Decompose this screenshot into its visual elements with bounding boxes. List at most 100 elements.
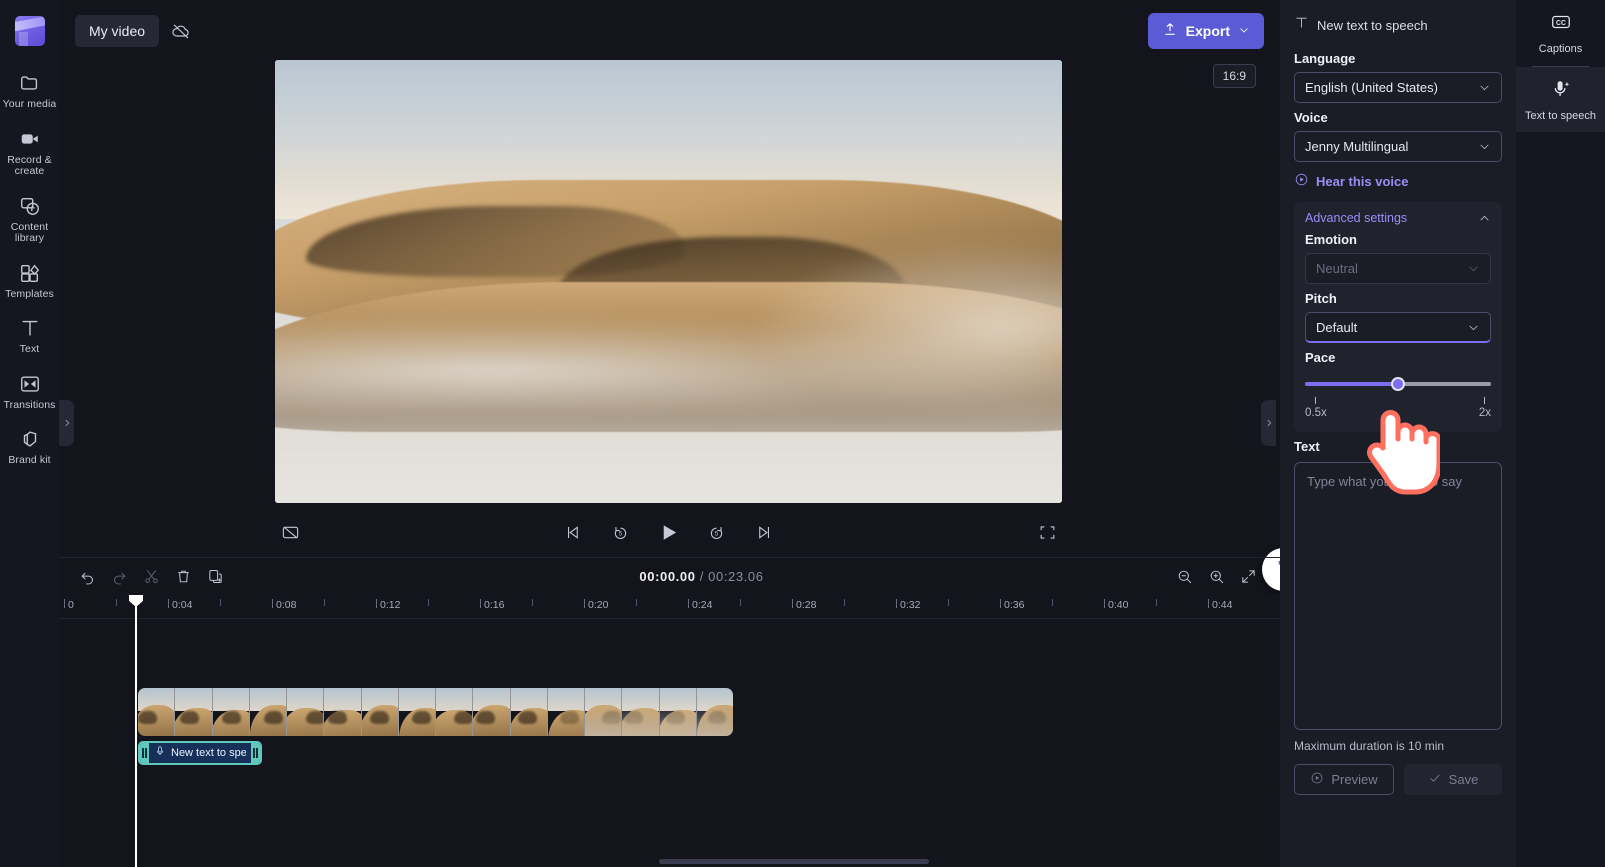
timeline-ruler[interactable]: 0 0:04 0:08 0:12 0:16 0:20 0:24 0:28 0:32 0:36 0:4… [59,595,1280,619]
aspect-ratio-badge[interactable]: 16:9 [1212,64,1256,88]
project-title-button[interactable]: My video [75,14,160,47]
timeline[interactable]: 0 0:04 0:08 0:12 0:16 0:20 0:24 0:28 0:32 0:36 0:4… [59,595,1280,867]
timeline-horizontal-scrollbar[interactable] [659,859,929,864]
ruler-tick-minor [324,599,325,606]
ruler-tick [792,599,793,608]
ruler-tick [1208,599,1209,608]
text-label: Text [1294,439,1320,454]
closed-captions-icon: CC [1550,11,1572,38]
duplicate-icon[interactable] [201,563,229,591]
video-clip[interactable] [138,688,733,736]
rail-item-captions[interactable]: CC Captions [1516,0,1605,66]
ruler-label: 0:12 [380,599,401,611]
sidebar-label: Your media [2,98,57,110]
play-icon[interactable] [654,517,684,547]
rewind-5-icon[interactable]: 5 [606,517,636,547]
hear-this-voice-button[interactable]: Hear this voice [1294,172,1502,190]
pace-max-mark: 2x [1479,397,1491,419]
scissors-icon[interactable] [137,563,165,591]
speech-text-input[interactable] [1294,462,1502,730]
skip-next-icon[interactable] [750,517,780,547]
text-to-speech-icon [154,744,166,762]
folder-icon [18,71,42,95]
preview-stage: 16:9 5 5 [59,60,1312,619]
templates-icon [18,261,42,285]
chevron-down-icon [1480,144,1489,150]
clip-thumbnail [324,688,362,736]
captions-off-icon[interactable] [275,517,305,547]
ruler-tick-minor [1156,599,1157,606]
export-label: Export [1185,22,1230,39]
playhead[interactable] [135,595,137,867]
play-circle-icon [1310,771,1324,788]
fit-to-screen-icon[interactable] [1234,563,1262,591]
sidebar-label: Transitions [3,398,56,411]
clip-thumbnail [436,688,474,736]
sidebar-label: Templates [5,287,54,300]
upload-icon [1162,21,1178,40]
language-select[interactable]: English (United States) [1294,72,1502,103]
rail-item-text-to-speech[interactable]: Text to speech [1516,66,1605,132]
trash-icon[interactable] [169,563,197,591]
sidebar-item-brand-kit[interactable]: Brand kit [0,420,59,473]
sidebar-item-transitions[interactable]: Transitions [0,365,59,418]
language-label: Language [1294,51,1356,66]
pace-min-label: 0.5x [1305,407,1327,419]
ruler-label: 0 [68,599,74,611]
skip-previous-icon[interactable] [558,517,588,547]
cloud-offline-icon[interactable] [165,15,197,47]
clip-thumbnail [659,688,697,736]
zoom-in-icon[interactable] [1202,563,1230,591]
pace-slider[interactable] [1305,377,1491,391]
ruler-tick-minor [116,599,117,606]
zoom-out-icon[interactable] [1170,563,1198,591]
emotion-select[interactable]: Neutral [1305,253,1491,284]
svg-text:5: 5 [619,530,623,537]
emotion-value: Neutral [1316,261,1358,276]
fullscreen-icon[interactable] [1032,517,1062,547]
voice-value: Jenny Multilingual [1305,139,1409,154]
sidebar-item-text[interactable]: Text [0,309,59,362]
forward-5-icon[interactable]: 5 [702,517,732,547]
clip-label: New text to speech [171,747,246,759]
language-value: English (United States) [1305,80,1438,95]
sidebar-label: Content library [10,220,49,244]
ruler-tick-minor [740,599,741,606]
save-label: Save [1448,772,1479,787]
ruler-tick [480,599,481,608]
undo-icon[interactable] [73,563,101,591]
text-to-speech-clip[interactable]: New text to speech [138,741,262,765]
trim-handle-right[interactable] [251,743,260,763]
preview-button[interactable]: Preview [1294,764,1394,795]
ruler-tick-minor [1052,599,1053,606]
pitch-select[interactable]: Default [1305,312,1491,343]
voice-select[interactable]: Jenny Multilingual [1294,131,1502,162]
clip-thumbnail [622,688,660,736]
checkmark-icon [1428,771,1442,788]
sidebar-item-templates[interactable]: Templates [0,254,59,307]
redo-icon[interactable] [105,563,133,591]
video-preview[interactable] [275,60,1062,503]
sidebar-item-record-create[interactable]: Record & create [0,120,59,184]
slider-thumb[interactable] [1391,377,1405,391]
video-camera-icon [18,127,42,151]
hear-voice-label: Hear this voice [1316,173,1409,189]
ruler-label: 0:44 [1212,599,1233,611]
sidebar-item-content-library[interactable]: Content library [0,187,59,251]
ruler-tick-minor [844,599,845,606]
sidebar-item-your-media[interactable]: Your media [0,64,59,117]
expand-left-panel-tab[interactable] [59,400,74,446]
current-time: 00:00.00 [639,569,696,584]
ruler-tick [584,599,585,608]
expand-right-panel-tab[interactable] [1261,400,1276,446]
trim-handle-left[interactable] [140,743,149,763]
ruler-label: 0:40 [1108,599,1129,611]
editor-root: Your media Record & create Content libra… [0,0,1605,867]
advanced-settings-toggle[interactable]: Advanced settings [1305,211,1491,225]
export-button[interactable]: Export [1147,12,1264,49]
advanced-settings-label: Advanced settings [1305,211,1408,225]
ruler-tick [168,599,169,608]
save-button[interactable]: Save [1404,764,1502,795]
ruler-tick [376,599,377,608]
ruler-tick-minor [220,599,221,606]
